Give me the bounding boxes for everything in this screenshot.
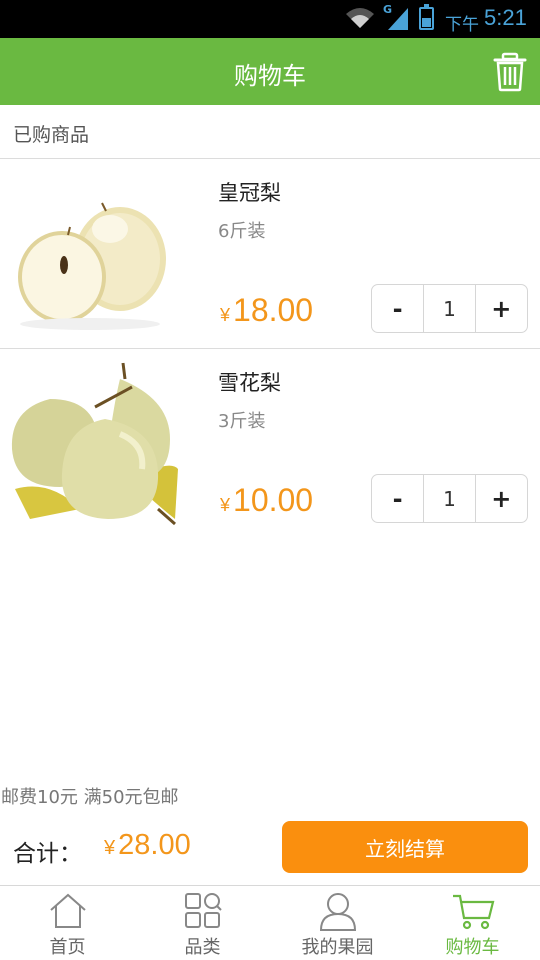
quantity-value[interactable]: 1 <box>423 475 476 522</box>
product-name: 皇冠梨 <box>218 181 281 205</box>
cart-icon <box>452 894 494 930</box>
tab-cart[interactable]: 购物车 <box>405 886 540 960</box>
tab-label: 我的果园 <box>301 937 374 958</box>
battery-icon <box>419 4 434 30</box>
quantity-value[interactable]: 1 <box>423 285 476 332</box>
product-name: 雪花梨 <box>218 371 281 395</box>
price-amount: 18.00 <box>233 292 314 328</box>
app-header: 购物车 <box>0 38 540 105</box>
currency-symbol: ¥ <box>220 305 231 325</box>
network-type: G <box>383 3 393 16</box>
increase-button[interactable]: + <box>476 475 527 522</box>
product-price: ¥18.00 <box>220 292 313 329</box>
tab-label: 品类 <box>184 937 221 958</box>
status-bar: G 下午 5:21 <box>0 0 540 38</box>
cart-item: 雪花梨 3斤装 ¥10.00 - 1 + <box>0 349 540 539</box>
page-title: 购物车 <box>234 62 306 90</box>
quantity-stepper: - 1 + <box>371 284 528 333</box>
quantity-stepper: - 1 + <box>371 474 528 523</box>
product-spec: 3斤装 <box>218 411 266 432</box>
decrease-button[interactable]: - <box>372 475 423 522</box>
bottom-tab-bar: 首页 品类 我的果园 购物车 <box>0 885 540 960</box>
product-image <box>10 359 180 529</box>
tab-label: 购物车 <box>445 937 500 958</box>
total-amount: 28.00 <box>118 829 191 861</box>
tab-home[interactable]: 首页 <box>0 886 135 960</box>
tab-my-orchard[interactable]: 我的果园 <box>270 886 405 960</box>
checkout-button[interactable]: 立刻结算 <box>282 821 528 873</box>
total-price: ¥28.00 <box>104 829 191 862</box>
shipping-note: 邮费10元 满50元包邮 <box>1 787 179 808</box>
user-icon <box>319 893 356 931</box>
total-label: 合计： <box>13 841 82 867</box>
wifi-icon <box>346 8 374 28</box>
price-amount: 10.00 <box>233 482 314 518</box>
currency-symbol: ¥ <box>220 495 231 515</box>
increase-button[interactable]: + <box>476 285 527 332</box>
tab-category[interactable]: 品类 <box>135 886 270 960</box>
status-time: 5:21 <box>484 5 527 30</box>
tab-label: 首页 <box>49 937 86 958</box>
product-price: ¥10.00 <box>220 482 313 519</box>
status-ampm: 下午 <box>445 15 479 35</box>
currency-symbol: ¥ <box>104 837 116 859</box>
home-icon <box>49 893 86 928</box>
trash-icon[interactable] <box>492 52 528 92</box>
cart-item: 皇冠梨 6斤装 ¥18.00 - 1 + <box>0 159 540 349</box>
decrease-button[interactable]: - <box>372 285 423 332</box>
category-icon <box>184 893 222 928</box>
product-spec: 6斤装 <box>218 221 266 242</box>
section-label: 已购商品 <box>13 124 90 146</box>
product-image <box>10 169 180 339</box>
